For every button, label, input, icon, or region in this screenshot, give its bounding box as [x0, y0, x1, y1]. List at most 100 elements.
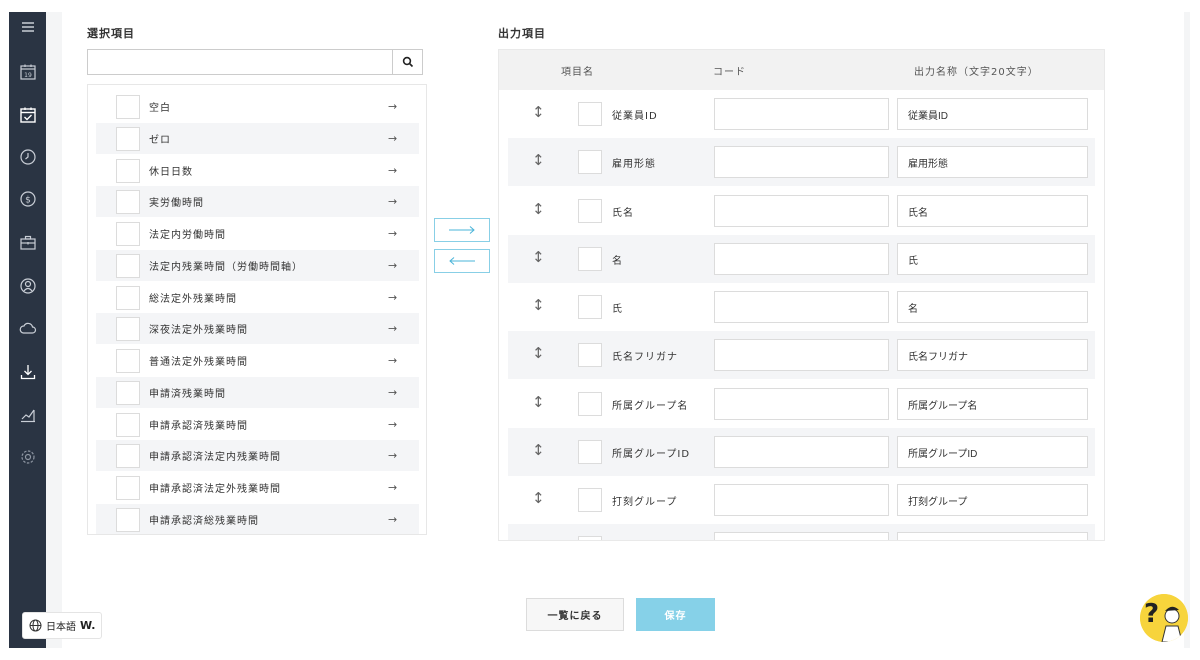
search-input[interactable]	[87, 49, 393, 75]
drag-handle-icon[interactable]: ↕	[532, 344, 545, 362]
display-name-input[interactable]	[897, 532, 1088, 540]
clock-icon[interactable]	[17, 146, 39, 168]
item-checkbox[interactable]	[116, 190, 140, 214]
chart-icon[interactable]	[17, 404, 39, 426]
code-input[interactable]	[714, 98, 889, 130]
item-checkbox[interactable]	[116, 95, 140, 119]
code-input[interactable]	[714, 388, 889, 420]
add-item-button[interactable]	[434, 218, 490, 242]
list-item[interactable]: ゼロ →	[96, 123, 419, 154]
download-icon[interactable]	[17, 361, 39, 383]
list-item[interactable]: 法定内労働時間 →	[96, 218, 419, 249]
list-item[interactable]: 申請承認済総残業時間 →	[96, 504, 419, 534]
back-to-list-button[interactable]: 一覧に戻る	[526, 598, 624, 631]
display-name-input[interactable]	[897, 484, 1088, 516]
arrow-right-icon[interactable]: →	[388, 386, 397, 399]
help-assistant-button[interactable]: ?	[1140, 594, 1188, 642]
row-checkbox[interactable]	[578, 247, 602, 271]
row-checkbox[interactable]	[578, 150, 602, 174]
display-name-input[interactable]	[897, 436, 1088, 468]
drag-handle-icon[interactable]: ↕	[532, 441, 545, 459]
person-icon[interactable]	[17, 275, 39, 297]
drag-handle-icon[interactable]: ↕	[532, 296, 545, 314]
display-name-input[interactable]	[897, 243, 1088, 275]
list-item[interactable]: 実労働時間 →	[96, 186, 419, 217]
code-input[interactable]	[714, 339, 889, 371]
row-checkbox[interactable]	[578, 295, 602, 319]
row-checkbox[interactable]	[578, 536, 602, 540]
display-name-input[interactable]	[897, 339, 1088, 371]
code-input[interactable]	[714, 436, 889, 468]
drag-handle-icon[interactable]: ↕	[532, 393, 545, 411]
code-input[interactable]	[714, 291, 889, 323]
item-checkbox[interactable]	[116, 317, 140, 341]
briefcase-icon[interactable]	[17, 232, 39, 254]
arrow-right-icon[interactable]: →	[388, 259, 397, 272]
display-name-input[interactable]	[897, 195, 1088, 227]
code-input[interactable]	[714, 195, 889, 227]
list-item[interactable]: 空白 →	[96, 91, 419, 122]
search-button[interactable]	[392, 49, 423, 75]
list-item[interactable]: 申請承認済法定内残業時間 →	[96, 440, 419, 471]
calendar-icon[interactable]: 19	[17, 61, 39, 83]
drag-handle-icon[interactable]: ↕	[532, 537, 545, 540]
gear-icon[interactable]	[17, 446, 39, 468]
drag-handle-icon[interactable]: ↕	[532, 151, 545, 169]
list-item[interactable]: 普通法定外残業時間 →	[96, 345, 419, 376]
arrow-right-icon[interactable]: →	[388, 132, 397, 145]
row-checkbox[interactable]	[578, 102, 602, 126]
list-item[interactable]: 申請済残業時間 →	[96, 377, 419, 408]
display-name-input[interactable]	[897, 291, 1088, 323]
arrow-right-icon[interactable]: →	[388, 354, 397, 367]
row-checkbox[interactable]	[578, 488, 602, 512]
list-item[interactable]: 深夜法定外残業時間 →	[96, 313, 419, 344]
arrow-right-icon[interactable]: →	[388, 100, 397, 113]
arrow-right-icon[interactable]: →	[388, 481, 397, 494]
code-input[interactable]	[714, 243, 889, 275]
code-input[interactable]	[714, 484, 889, 516]
row-checkbox[interactable]	[578, 392, 602, 416]
arrow-right-icon[interactable]: →	[388, 322, 397, 335]
item-checkbox[interactable]	[116, 444, 140, 468]
arrow-right-icon[interactable]: →	[388, 513, 397, 526]
code-input[interactable]	[714, 532, 889, 540]
arrow-right-icon[interactable]: →	[388, 291, 397, 304]
item-checkbox[interactable]	[116, 286, 140, 310]
row-checkbox[interactable]	[578, 440, 602, 464]
list-item[interactable]: 法定内残業時間（労働時間軸） →	[96, 250, 419, 281]
save-button[interactable]: 保存	[636, 598, 715, 631]
row-checkbox[interactable]	[578, 343, 602, 367]
list-item[interactable]: 総法定外残業時間 →	[96, 282, 419, 313]
item-checkbox[interactable]	[116, 127, 140, 151]
list-item[interactable]: 休日日数 →	[96, 155, 419, 186]
item-checkbox[interactable]	[116, 381, 140, 405]
arrow-right-icon[interactable]: →	[388, 195, 397, 208]
language-switcher[interactable]: 日本語 W.	[22, 612, 102, 639]
drag-handle-icon[interactable]: ↕	[532, 200, 545, 218]
item-checkbox[interactable]	[116, 254, 140, 278]
display-name-input[interactable]	[897, 146, 1088, 178]
list-item[interactable]: 申請承認済残業時間 →	[96, 409, 419, 440]
display-name-input[interactable]	[897, 388, 1088, 420]
row-checkbox[interactable]	[578, 199, 602, 223]
item-checkbox[interactable]	[116, 349, 140, 373]
cloud-icon[interactable]	[17, 317, 39, 339]
arrow-right-icon[interactable]: →	[388, 449, 397, 462]
item-checkbox[interactable]	[116, 413, 140, 437]
arrow-right-icon[interactable]: →	[388, 227, 397, 240]
arrow-right-icon[interactable]: →	[388, 418, 397, 431]
list-item[interactable]: 申請承認済法定外残業時間 →	[96, 472, 419, 503]
display-name-input[interactable]	[897, 98, 1088, 130]
item-checkbox[interactable]	[116, 508, 140, 532]
calendar-check-icon[interactable]	[17, 104, 39, 126]
menu-icon[interactable]	[17, 16, 39, 38]
remove-item-button[interactable]	[434, 249, 490, 273]
code-input[interactable]	[714, 146, 889, 178]
arrow-right-icon[interactable]: →	[388, 164, 397, 177]
drag-handle-icon[interactable]: ↕	[532, 103, 545, 121]
item-checkbox[interactable]	[116, 476, 140, 500]
item-checkbox[interactable]	[116, 159, 140, 183]
drag-handle-icon[interactable]: ↕	[532, 489, 545, 507]
dollar-icon[interactable]: $	[17, 188, 39, 210]
drag-handle-icon[interactable]: ↕	[532, 248, 545, 266]
